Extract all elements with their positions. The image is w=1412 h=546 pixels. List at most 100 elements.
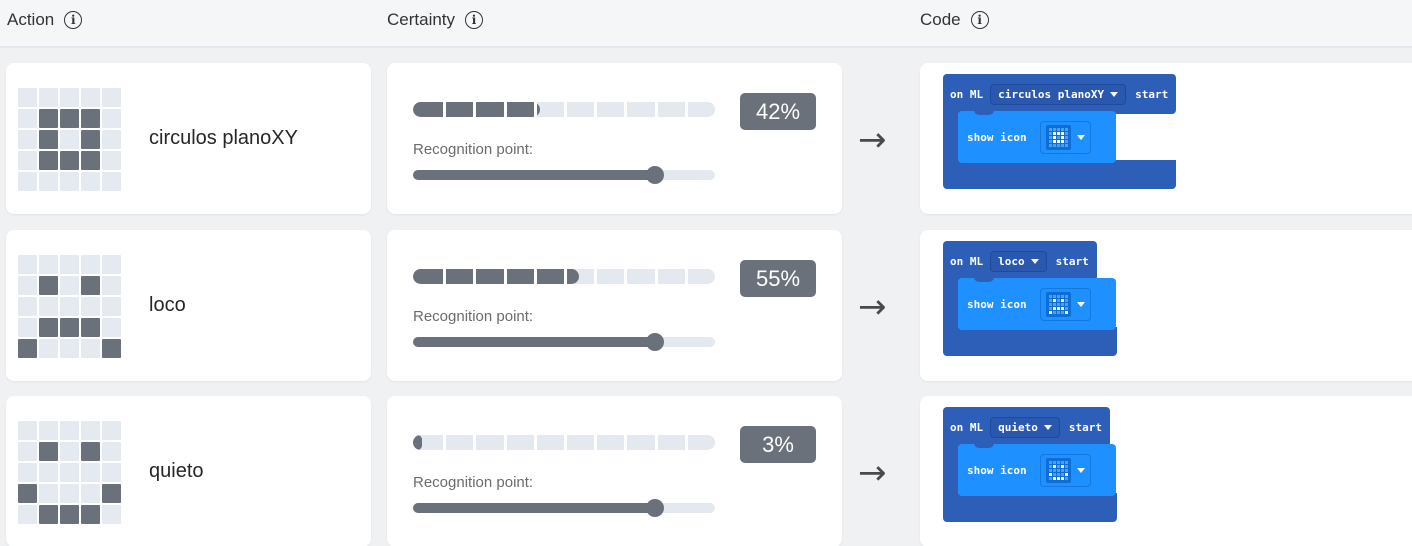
mini-led [1052, 460, 1056, 464]
led-cell [18, 297, 37, 316]
code-header-label: Code [920, 10, 961, 29]
mini-led [1064, 294, 1068, 298]
led-cell [102, 463, 121, 482]
led-cell [102, 442, 121, 461]
led-cell [81, 109, 100, 128]
led-cell [60, 339, 79, 358]
mini-led [1048, 127, 1052, 131]
mini-led [1048, 460, 1052, 464]
recognition-point-label: Recognition point: [413, 308, 534, 325]
block-start-label: start [1135, 87, 1169, 101]
gesture-led-pattern [18, 88, 121, 191]
on-ml-event-block[interactable]: on ML quieto start [943, 407, 1110, 447]
icon-picker-dropdown[interactable] [1039, 287, 1091, 321]
mini-led [1056, 131, 1060, 135]
action-info-icon[interactable]: i [64, 11, 83, 29]
mini-led [1048, 306, 1052, 310]
action-card[interactable]: loco [6, 230, 371, 381]
certainty-meter-fill [413, 435, 423, 450]
show-icon-block[interactable]: show icon [958, 277, 1116, 330]
mini-led [1052, 139, 1056, 143]
led-cell [18, 151, 37, 170]
led-cell [81, 172, 100, 191]
mini-led [1052, 468, 1056, 472]
led-cell [102, 151, 121, 170]
code-info-icon[interactable]: i [970, 11, 989, 29]
recognition-point-slider[interactable] [413, 499, 715, 517]
led-cell [102, 109, 121, 128]
led-cell [39, 442, 58, 461]
led-cell [81, 88, 100, 107]
led-cell [81, 421, 100, 440]
recognition-point-slider[interactable] [413, 166, 715, 184]
mini-led [1052, 310, 1056, 314]
show-icon-block[interactable]: show icon [958, 110, 1116, 163]
led-cell [81, 151, 100, 170]
meter-segment-divider [594, 269, 598, 284]
led-cell [60, 421, 79, 440]
on-ml-event-block[interactable]: on ML loco start [943, 241, 1097, 281]
led-cell [102, 172, 121, 191]
led-cell [39, 130, 58, 149]
mini-led [1056, 294, 1060, 298]
block-bottom [943, 160, 1176, 189]
icon-picker-dropdown[interactable] [1039, 453, 1091, 487]
mini-led [1064, 306, 1068, 310]
certainty-percentage-badge: 42% [740, 93, 816, 130]
mini-led [1060, 143, 1064, 147]
certainty-info-icon[interactable]: i [465, 11, 484, 29]
led-cell [39, 318, 58, 337]
meter-segment-divider [654, 102, 658, 117]
mini-led [1060, 468, 1064, 472]
gesture-dropdown[interactable]: circulos planoXY [990, 83, 1127, 105]
mini-led [1064, 476, 1068, 480]
chevron-down-icon [1076, 467, 1085, 473]
mini-led [1060, 294, 1064, 298]
led-cell [39, 88, 58, 107]
led-cell [18, 276, 37, 295]
block-notch [974, 277, 994, 282]
meter-segment-divider [624, 269, 628, 284]
led-cell [81, 130, 100, 149]
mini-led [1052, 127, 1056, 131]
mini-led [1052, 294, 1056, 298]
slider-thumb[interactable] [645, 499, 664, 517]
gesture-dropdown[interactable]: quieto [990, 416, 1060, 438]
certainty-percentage-badge: 3% [740, 426, 816, 463]
chevron-down-icon [1110, 91, 1119, 97]
led-cell [60, 151, 79, 170]
action-card[interactable]: circulos planoXY [6, 63, 371, 214]
gesture-dropdown-value: loco [998, 254, 1025, 268]
led-cell [81, 339, 100, 358]
slider-thumb[interactable] [645, 333, 664, 351]
mini-led [1064, 135, 1068, 139]
led-cell [81, 276, 100, 295]
certainty-meter-fill [413, 269, 580, 284]
led-cell [60, 318, 79, 337]
mini-led [1052, 476, 1056, 480]
led-cell [18, 421, 37, 440]
gesture-dropdown[interactable]: loco [990, 250, 1047, 272]
led-cell [60, 297, 79, 316]
block-body-connector [943, 280, 958, 328]
led-cell [18, 130, 37, 149]
recognition-point-slider[interactable] [413, 333, 715, 351]
on-ml-event-block[interactable]: on ML circulos planoXY start [943, 74, 1177, 114]
led-cell [102, 255, 121, 274]
show-icon-block[interactable]: show icon [958, 443, 1116, 496]
slider-thumb[interactable] [645, 166, 664, 184]
mini-led [1056, 306, 1060, 310]
certainty-card: 42% Recognition point: [387, 63, 842, 214]
mini-led [1052, 306, 1056, 310]
led-cell [60, 172, 79, 191]
led-cell [60, 88, 79, 107]
gesture-dropdown-value: circulos planoXY [998, 87, 1105, 101]
certainty-column-header: Certainty i [387, 10, 484, 30]
action-card[interactable]: quieto [6, 396, 371, 546]
icon-picker-dropdown[interactable] [1039, 120, 1091, 154]
led-cell [18, 172, 37, 191]
recognition-point-label: Recognition point: [413, 474, 534, 491]
block-start-label: start [1068, 420, 1102, 434]
mini-led [1048, 476, 1052, 480]
led-cell [39, 421, 58, 440]
